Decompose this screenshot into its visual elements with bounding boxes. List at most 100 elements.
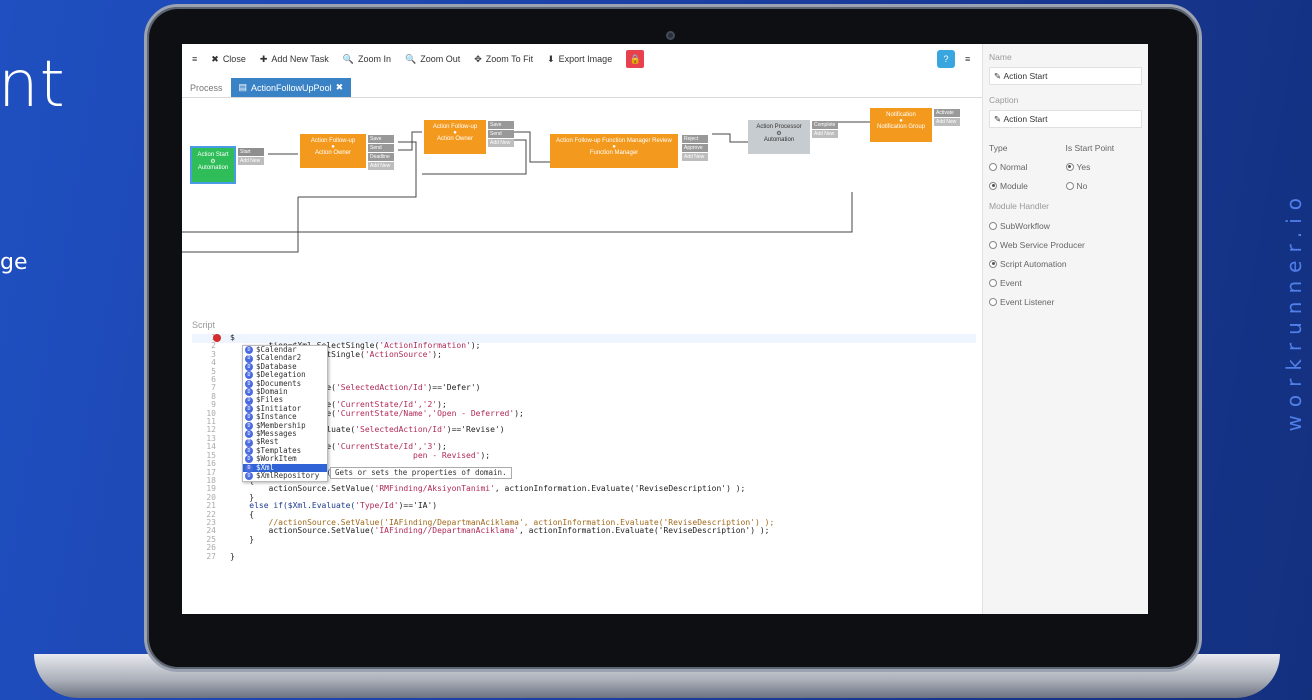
port-start[interactable]: Start [238, 148, 264, 156]
gears-icon: ⚙ [776, 131, 782, 137]
domain-icon: D [245, 354, 253, 363]
line-number: 27 [206, 551, 216, 561]
node-sub: Notification Group [876, 124, 926, 130]
port-send[interactable]: Send [488, 130, 514, 138]
lock-button[interactable]: 🔒 [626, 50, 645, 68]
code-string: 'RMFinding/AksiyonTanimi' [374, 484, 495, 494]
error-icon [213, 334, 221, 342]
code-line: } [230, 551, 774, 561]
brand-vertical: workrunner.io [1282, 190, 1306, 432]
plus-icon: ✚ [259, 53, 268, 64]
node-notification[interactable]: Notification ● Notification Group [870, 108, 932, 142]
close-icon: ✖ [211, 53, 219, 64]
tab-action-follow-up-pool[interactable]: ▤ ActionFollowUpPool ✖ [230, 78, 352, 97]
port-add-new[interactable]: Add New [368, 162, 394, 170]
port-approve[interactable]: Approve [682, 144, 708, 152]
code-editor[interactable]: 1234567891011121314151617181920212223242… [192, 333, 976, 614]
node-sub: Action Owner [436, 136, 473, 142]
autocomplete-item[interactable]: D $XmlRepository [243, 471, 327, 481]
panel-menu-icon[interactable]: ≡ [965, 54, 970, 64]
port-complete[interactable]: Complete [812, 121, 838, 129]
radio-checked-icon [989, 181, 997, 190]
handler-radio[interactable]: Script Automation [989, 254, 1142, 273]
zoom-in-icon: 🔍 [342, 53, 354, 64]
node-sub: Function Manager [589, 150, 639, 156]
node-function-manager-review[interactable]: Action Follow-up Function Manager Review… [550, 134, 678, 168]
code-segment: } [230, 551, 235, 561]
domain-icon: D [245, 371, 253, 380]
close-tab-icon[interactable]: ✖ [336, 82, 344, 93]
help-button[interactable]: ? [937, 50, 955, 68]
port-save[interactable]: Save [368, 135, 394, 143]
handler-option[interactable]: Web Service Producer [989, 240, 1139, 250]
node-sub: Automation [197, 165, 229, 171]
handler-option[interactable]: Event [989, 278, 1139, 288]
code-line: } [230, 535, 774, 544]
start-no-radio[interactable]: No [1065, 180, 1143, 191]
node-action-follow-up-2[interactable]: Action Follow-up ● Action Owner [424, 120, 486, 154]
handler-label: Event Listener [1000, 296, 1055, 307]
port-activate[interactable]: Activate [934, 109, 960, 117]
radio-icon [989, 221, 997, 230]
flow-icon: ▤ [238, 82, 248, 92]
caption-value: Action Start [1003, 114, 1048, 124]
code-line: else if($Xml.Evaluate('Type/Id')=='IA') [230, 501, 774, 511]
node-action-processor[interactable]: Action Processor ⚙ Automation [748, 120, 810, 154]
domain-icon: D [245, 413, 253, 422]
handler-option[interactable]: SubWorkflow [989, 221, 1139, 231]
code-segment: ); [480, 450, 491, 460]
port-deadline[interactable]: Deadline [368, 153, 394, 161]
radio-icon [989, 162, 997, 171]
radio-checked-icon [1065, 162, 1074, 171]
node-action-follow-up-1[interactable]: Action Follow-up ● Action Owner [300, 134, 366, 168]
handler-option[interactable]: Script Automation [989, 259, 1139, 269]
handler-radio[interactable]: Event Listener [989, 292, 1142, 311]
handler-radio[interactable]: SubWorkflow [989, 216, 1142, 235]
autocomplete-popup[interactable]: D $Calendar D $Calendar2 D $Database D $Delegat… [242, 345, 328, 482]
add-task-button[interactable]: ✚ Add New Task [260, 54, 329, 65]
port-save[interactable]: Save [488, 121, 514, 129]
zoom-fit-button[interactable]: ✥ Zoom To Fit [474, 54, 533, 65]
hero-title: nt [0, 48, 66, 122]
handler-option[interactable]: Event Listener [989, 297, 1139, 307]
domain-icon: D [245, 438, 253, 447]
type-module-radio[interactable]: Module [989, 181, 1066, 191]
start-point-label: Is Start Point [1065, 142, 1115, 153]
port-add-new[interactable]: Add New [812, 130, 838, 138]
port-reject[interactable]: Reject [682, 135, 708, 143]
caption-field[interactable]: ✎ Action Start [989, 110, 1142, 128]
domain-icon: D [245, 463, 253, 472]
node-action-start[interactable]: Action Start ⚙ Automation [190, 146, 236, 184]
type-normal-label: Normal [1000, 161, 1028, 172]
radio-icon [989, 278, 997, 287]
port-send[interactable]: Send [368, 144, 394, 152]
domain-icon: D [245, 396, 253, 405]
export-button[interactable]: ⬇ Export Image [547, 54, 612, 65]
handler-list: SubWorkflow Web Service Producer Script Au… [989, 216, 1142, 311]
handler-radio[interactable]: Web Service Producer [989, 235, 1142, 254]
line-gutter: 1234567891011121314151617181920212223242… [192, 333, 222, 561]
port-add-new[interactable]: Add New [238, 157, 264, 165]
code-segment: )=='IA') [398, 501, 438, 511]
start-no-label: No [1076, 180, 1088, 191]
port-add-new[interactable]: Add New [682, 153, 708, 161]
gears-icon: ⚙ [210, 159, 216, 165]
start-yes-radio[interactable]: Yes [1065, 162, 1143, 172]
zoom-out-label: Zoom Out [420, 54, 461, 64]
radio-icon [989, 297, 997, 306]
module-handler-label: Module Handler [989, 201, 1050, 211]
type-normal-radio[interactable]: Normal [989, 162, 1066, 172]
handler-radio[interactable]: Event [989, 273, 1142, 292]
zoom-out-button[interactable]: 🔍 Zoom Out [405, 54, 460, 65]
handler-label: SubWorkflow [1000, 220, 1050, 231]
properties-panel: Name ✎ Action Start Caption ✎ Action Sta… [982, 44, 1148, 614]
code-string: pen - Revised' [413, 450, 481, 460]
name-field[interactable]: ✎ Action Start [989, 67, 1142, 85]
menu-button[interactable]: ≡ [192, 54, 197, 64]
port-add-new[interactable]: Add New [934, 118, 960, 126]
close-label: Close [222, 54, 246, 64]
tab-process[interactable]: Process [182, 79, 231, 97]
port-add-new[interactable]: Add New [488, 139, 514, 147]
zoom-in-button[interactable]: 🔍 Zoom In [343, 54, 391, 65]
close-button[interactable]: ✖ Close [211, 54, 246, 65]
